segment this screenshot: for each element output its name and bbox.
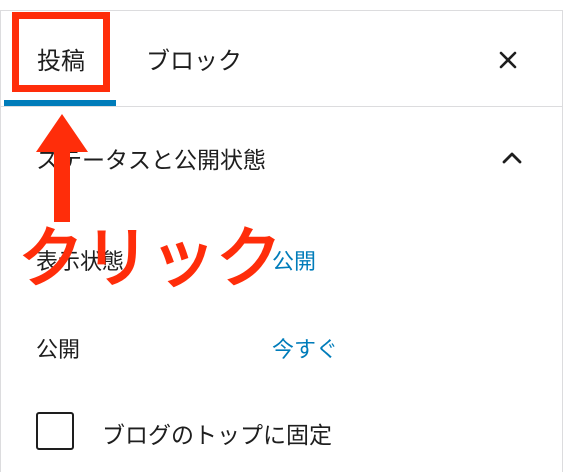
stick-to-top-label[interactable]: ブログのトップに固定 <box>102 416 332 450</box>
publish-date-link[interactable]: 今すぐ <box>272 332 338 364</box>
tab-block[interactable]: ブロック <box>146 11 242 106</box>
tab-block-label: ブロック <box>146 47 242 75</box>
tab-post[interactable]: 投稿 <box>6 11 116 106</box>
status-visibility-panel-toggle[interactable]: ステータスと公開状態 <box>36 136 526 180</box>
tab-post-label: 投稿 <box>37 47 85 75</box>
stick-to-top-checkbox[interactable] <box>36 412 74 450</box>
header-divider <box>0 106 562 107</box>
close-button[interactable] <box>490 42 526 78</box>
left-border <box>0 10 1 472</box>
visibility-value-link[interactable]: 公開 <box>272 244 316 276</box>
close-icon <box>499 51 517 69</box>
right-border <box>562 10 563 472</box>
document-settings-sidebar: 投稿 ブロック ステータスと公開状態 表示状態 公開 公開 今すぐ ブログのトッ… <box>0 0 564 472</box>
visibility-label: 表示状態 <box>36 250 125 275</box>
publish-label: 公開 <box>36 338 81 363</box>
section-title: ステータスと公開状態 <box>36 148 266 174</box>
chevron-up-icon <box>494 140 530 176</box>
